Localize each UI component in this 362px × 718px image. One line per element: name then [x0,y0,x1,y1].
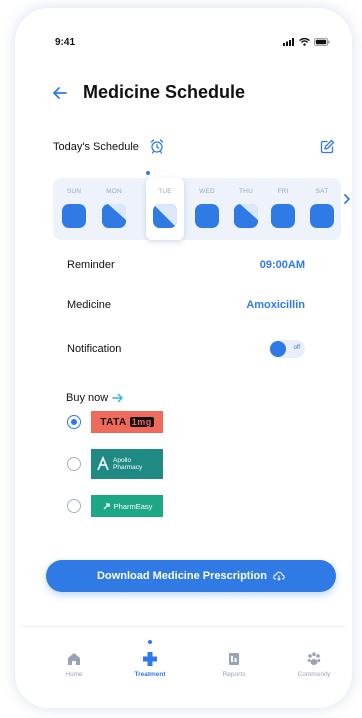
tata-1mg-logo: TATA 1mg [91,411,163,433]
battery-icon [314,38,330,46]
dose-indicator [195,204,219,228]
edit-icon[interactable] [320,139,335,154]
nav-label: Reports [222,671,246,678]
logo-text-a: TATA [100,416,127,428]
notification-toggle[interactable]: off [269,340,305,358]
notification-label: Notification [67,343,122,355]
buy-now-label: Buy now [66,392,109,404]
radio-apollo[interactable] [67,457,81,471]
header: Medicine Schedule [15,80,352,110]
logo-text-b: Pharmacy [113,464,143,471]
day-name: MON [106,188,122,195]
reminder-time[interactable]: 09:00AM [260,259,305,271]
download-prescription-button[interactable]: Download Medicine Prescription [46,560,336,592]
status-bar: 9:41 [15,8,352,48]
alarm-clock-icon [150,139,164,154]
day-name: TUE [158,188,172,195]
status-icons [283,38,330,46]
toggle-state: off [293,345,300,351]
pharmacy-option-tata[interactable]: TATA 1mg [67,411,197,441]
download-button-label: Download Medicine Prescription [97,570,267,582]
pharmeasy-logo: PharmEasy [91,495,163,517]
nav-label: Community [297,671,331,678]
radio-tata[interactable] [67,415,81,429]
bottom-nav: Home Treatment Reports Community [21,626,346,696]
nav-label: Home [65,671,83,678]
wifi-icon [299,38,310,46]
active-nav-dot [148,640,152,644]
toggle-knob [270,341,286,357]
day-sun[interactable]: SUN [55,178,93,240]
status-time: 9:41 [55,37,76,48]
day-strip: SUN MON TUE WED THU FRI SAT [53,178,341,240]
today-schedule-row: Today's Schedule [53,138,335,158]
radio-pharmeasy[interactable] [67,499,81,513]
logo-text-a: Apollo [113,457,132,464]
day-name: THU [239,188,253,195]
reminder-label: Reminder [67,259,115,271]
nav-item-treatment[interactable]: Treatment [115,627,185,697]
dose-indicator [234,204,258,228]
day-mon[interactable]: MON [95,178,133,240]
buy-now-heading[interactable]: Buy now [66,392,124,404]
day-name: FRI [277,188,289,195]
chevron-right-icon[interactable] [343,194,351,204]
day-name: SAT [315,188,329,195]
day-sat[interactable]: SAT [303,178,341,240]
day-fri[interactable]: FRI [264,178,302,240]
arrow-right-icon [112,393,123,403]
day-thu[interactable]: THU [227,178,265,240]
apollo-text: Apollo Pharmacy [113,457,142,471]
page-title: Medicine Schedule [83,82,246,102]
day-tue[interactable]: TUE [146,178,184,240]
today-schedule-label: Today's Schedule [53,141,139,153]
medicine-row[interactable]: Medicine Amoxicillin [67,296,305,318]
dose-indicator [271,204,295,228]
medicine-name[interactable]: Amoxicillin [246,299,305,311]
logo-text-b: 1mg [129,417,154,427]
nav-item-community[interactable]: Community [279,627,349,697]
day-name: WED [199,188,215,195]
signal-icon [283,38,294,46]
nav-item-home[interactable]: Home [39,627,109,697]
nav-label: Treatment [134,671,166,678]
cloud-download-icon [273,571,285,581]
paw-icon [307,652,321,665]
phone-frame: 9:41 Medicine Schedule Today's Schedule … [15,8,352,708]
pharmacy-option-apollo[interactable]: Apollo Pharmacy [67,449,197,479]
dose-indicator [310,204,334,228]
notification-row: Notification off [67,340,305,362]
reminder-row[interactable]: Reminder 09:00AM [67,256,305,278]
dose-indicator [153,204,177,228]
apollo-pharmacy-logo: Apollo Pharmacy [91,449,163,479]
day-name: SUN [66,188,82,195]
apollo-mark-icon [97,456,109,471]
home-icon [68,653,80,665]
dose-indicator [102,204,126,228]
logo-text-a: PharmEasy [113,501,153,511]
nav-item-reports[interactable]: Reports [199,627,269,697]
plus-icon [143,652,157,666]
pharmacy-option-pharmeasy[interactable]: PharmEasy [67,495,197,525]
reports-icon [229,653,239,665]
dose-indicator [62,204,86,228]
medicine-label: Medicine [67,299,112,311]
back-arrow-icon[interactable] [51,84,69,102]
selected-day-dot [146,171,150,175]
pharmeasy-mark-icon [103,502,110,509]
day-wed[interactable]: WED [188,178,226,240]
